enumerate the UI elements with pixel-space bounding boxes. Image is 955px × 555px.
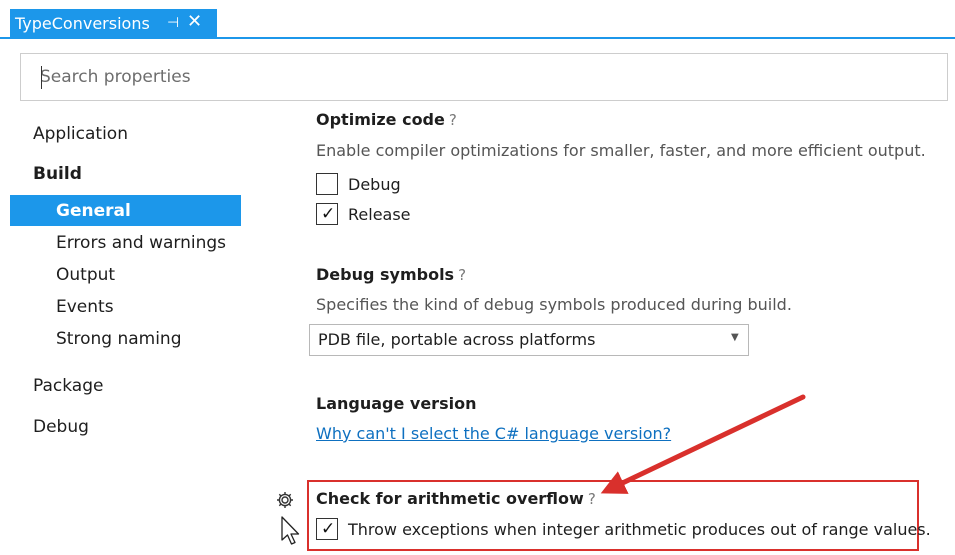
sidebar-item-debug[interactable]: Debug: [33, 416, 89, 438]
debug-symbols-title: Debug symbols: [316, 265, 455, 284]
sidebar-item-label: General: [56, 201, 131, 221]
optimize-code-description: Enable compiler optimizations for smalle…: [316, 141, 926, 160]
sidebar-item-events[interactable]: Events: [56, 296, 114, 318]
sidebar-item-general[interactable]: General: [10, 195, 241, 226]
arithmetic-overflow-heading: Check for arithmetic overflow?: [316, 488, 596, 510]
debug-checkbox[interactable]: [316, 173, 338, 195]
sidebar-item-package[interactable]: Package: [33, 375, 103, 397]
debug-symbols-select[interactable]: PDB file, portable across platforms ▼: [309, 324, 749, 356]
help-icon[interactable]: ?: [458, 266, 466, 284]
release-checkbox[interactable]: ✓: [316, 203, 338, 225]
search-box: [20, 53, 948, 101]
arithmetic-overflow-title: Check for arithmetic overflow: [316, 489, 584, 508]
debug-symbols-selected-value: PDB file, portable across platforms: [318, 330, 596, 349]
sidebar-item-application[interactable]: Application: [33, 123, 128, 145]
debug-symbols-heading: Debug symbols?: [316, 264, 466, 286]
debug-checkbox-label: Debug: [348, 175, 401, 194]
search-input[interactable]: [40, 54, 920, 100]
optimize-code-title: Optimize code: [316, 110, 445, 129]
document-tab[interactable]: TypeConversions ⊣ ✕: [10, 9, 217, 39]
optimize-code-heading: Optimize code?: [316, 109, 457, 131]
release-checkbox-label: Release: [348, 205, 411, 224]
tab-title: TypeConversions: [15, 14, 150, 33]
help-icon[interactable]: ?: [449, 111, 457, 129]
overflow-checkbox[interactable]: ✓: [316, 518, 338, 540]
document-tab-strip: TypeConversions ⊣ ✕: [0, 0, 955, 39]
pin-icon[interactable]: ⊣: [167, 15, 179, 31]
sidebar-item-output[interactable]: Output: [56, 264, 115, 286]
checkmark-icon: ✓: [321, 519, 336, 539]
language-version-heading: Language version: [316, 394, 477, 413]
overflow-checkbox-label: Throw exceptions when integer arithmetic…: [348, 520, 931, 539]
help-icon[interactable]: ?: [588, 490, 596, 508]
debug-symbols-description: Specifies the kind of debug symbols prod…: [316, 295, 792, 314]
language-version-link[interactable]: Why can't I select the C# language versi…: [316, 423, 671, 445]
sidebar-item-errors-and-warnings[interactable]: Errors and warnings: [56, 232, 226, 254]
sidebar-item-strong-naming[interactable]: Strong naming: [56, 328, 181, 350]
mouse-cursor-icon: [281, 516, 300, 545]
chevron-down-icon: ▼: [731, 332, 739, 343]
close-icon[interactable]: ✕: [187, 12, 202, 32]
text-caret: [41, 66, 42, 89]
gear-icon[interactable]: [275, 490, 295, 510]
checkmark-icon: ✓: [321, 204, 336, 224]
sidebar-item-build[interactable]: Build: [33, 163, 82, 185]
